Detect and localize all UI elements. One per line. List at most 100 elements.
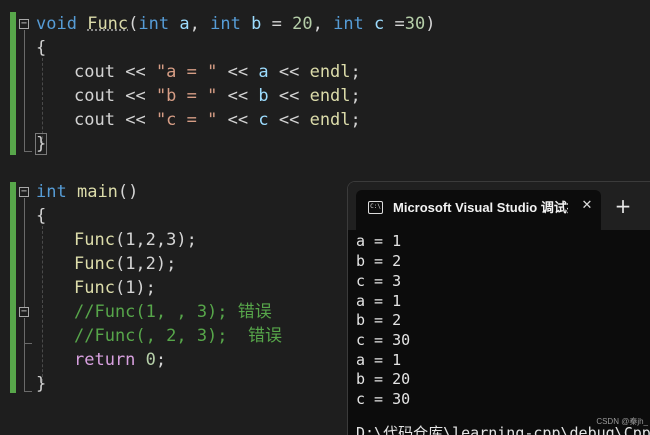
brace: { <box>36 38 47 58</box>
fold-guide <box>24 198 25 307</box>
stream-name: cout <box>74 86 115 106</box>
keyword: int <box>333 14 364 34</box>
operator: << <box>227 86 249 106</box>
function-call-name: Func <box>74 254 115 274</box>
endl-manipulator: endl <box>309 110 351 130</box>
console-output-line: c = 3 <box>356 272 402 290</box>
operator: << <box>125 86 146 106</box>
semicolon: ; <box>155 350 167 370</box>
watermark: CSDN @秦jh_ <box>596 417 648 426</box>
call-args: (1,2,3); <box>114 230 197 250</box>
code-line-comment[interactable]: //Func(1, , 3); 错误 <box>36 300 272 324</box>
code-line-func-call[interactable]: Func(1); <box>36 276 156 300</box>
plus-icon: + <box>614 194 632 218</box>
operator: << <box>278 110 300 130</box>
fold-guide <box>24 30 25 151</box>
param-name: b <box>251 14 262 34</box>
brace: } <box>36 374 47 394</box>
stream-name: cout <box>74 110 115 130</box>
semicolon: ; <box>350 86 361 106</box>
console-tab-title: Microsoft Visual Studio 调试控制台 <box>393 200 568 215</box>
console-output-line: a = 1 <box>356 292 402 310</box>
code-line-func-call[interactable]: Func(1,2); <box>36 252 176 276</box>
collapse-icon[interactable]: − <box>19 187 29 197</box>
function-name[interactable]: main <box>77 182 118 202</box>
fold-guide-end <box>24 151 32 152</box>
keyword: int <box>138 14 170 34</box>
console-output-line: c = 30 <box>356 331 411 349</box>
string-literal: "c = " <box>155 110 218 130</box>
brace: { <box>36 206 47 226</box>
operator: = <box>271 14 282 34</box>
variable: c <box>258 110 269 130</box>
operator: << <box>227 110 249 130</box>
collapse-icon[interactable]: − <box>19 19 29 29</box>
operator: << <box>278 86 300 106</box>
number-literal: 0 <box>145 350 156 370</box>
param-name: a <box>179 14 190 34</box>
code-line-main-signature[interactable]: int main() <box>36 180 138 204</box>
change-indicator-bar <box>10 12 16 155</box>
brace: } <box>34 133 48 155</box>
terminal-icon: C:\ <box>368 201 383 214</box>
function-call-name: Func <box>74 278 115 298</box>
operator: << <box>278 62 300 82</box>
variable: b <box>258 86 269 106</box>
number-literal: 20 <box>292 14 313 34</box>
code-line-cout[interactable]: cout << "b = " << b << endl; <box>36 84 361 108</box>
console-output-line: c = 30 <box>356 390 411 408</box>
variable: a <box>258 62 269 82</box>
code-line-open-brace[interactable]: { <box>36 36 46 60</box>
keyword: void <box>36 14 77 34</box>
punctuation: () <box>117 182 139 202</box>
console-tab-bar: C:\ Microsoft Visual Studio 调试控制台 ✕ + <box>348 182 650 230</box>
code-line-cout[interactable]: cout << "a = " << a << endl; <box>36 60 361 84</box>
operator: << <box>227 62 249 82</box>
code-line-func-call[interactable]: Func(1,2,3); <box>36 228 197 252</box>
new-tab-button[interactable]: + <box>612 195 634 217</box>
punctuation: ) <box>425 14 436 34</box>
fold-guide-end <box>24 391 32 392</box>
collapse-icon[interactable]: − <box>19 307 29 317</box>
function-call-name: Func <box>74 230 115 250</box>
console-output-line: b = 2 <box>356 311 402 329</box>
keyword: return <box>74 350 136 370</box>
call-args: (1,2); <box>114 254 177 274</box>
semicolon: ; <box>350 110 361 130</box>
code-line-close-brace[interactable]: } <box>36 372 46 396</box>
operator: << <box>125 110 146 130</box>
endl-manipulator: endl <box>309 62 351 82</box>
call-args: (1); <box>114 278 156 298</box>
number-literal: 30 <box>404 14 426 34</box>
endl-manipulator: endl <box>309 86 351 106</box>
fold-guide <box>24 318 25 391</box>
code-line-func-signature[interactable]: void Func(int a, int b = 20, int c =30) <box>36 12 436 36</box>
punctuation: , <box>312 14 323 34</box>
comment: //Func(1, , 3); 错误 <box>74 302 272 322</box>
console-tab[interactable]: C:\ Microsoft Visual Studio 调试控制台 ✕ <box>356 190 601 230</box>
close-icon: ✕ <box>581 198 593 213</box>
console-output-line: a = 1 <box>356 232 402 250</box>
code-line-open-brace[interactable]: { <box>36 204 46 228</box>
operator: << <box>125 62 146 82</box>
keyword: int <box>210 14 241 34</box>
close-tab-button[interactable]: ✕ <box>578 196 596 216</box>
fold-guide-end <box>24 343 32 344</box>
semicolon: ; <box>350 62 361 82</box>
punctuation: , <box>189 14 200 34</box>
param-name: c <box>374 14 385 34</box>
string-literal: "b = " <box>155 86 218 106</box>
console-output-line: b = 20 <box>356 370 411 388</box>
punctuation: ( <box>128 14 139 34</box>
code-line-return[interactable]: return 0; <box>36 348 166 372</box>
operator: = <box>394 14 405 34</box>
debug-console-window[interactable]: C:\ Microsoft Visual Studio 调试控制台 ✕ + a … <box>347 181 650 435</box>
function-name[interactable]: Func <box>87 14 128 34</box>
comment: //Func(, 2, 3); 错误 <box>74 326 282 346</box>
change-indicator-bar <box>10 182 16 393</box>
code-line-cout[interactable]: cout << "c = " << c << endl; <box>36 108 361 132</box>
code-line-comment[interactable]: //Func(, 2, 3); 错误 <box>36 324 282 348</box>
keyword: int <box>36 182 67 202</box>
console-output-line: b = 2 <box>356 252 402 270</box>
code-line-close-brace[interactable]: } <box>34 132 48 156</box>
